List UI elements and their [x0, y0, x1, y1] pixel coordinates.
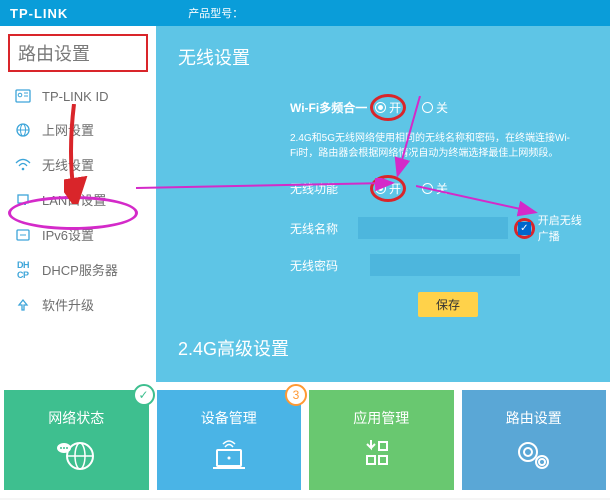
content: 无线设置 Wi-Fi多频合一 开 关 2.4G和5G无线网络使用相同的无线名称和… — [156, 26, 610, 382]
tile-label: 路由设置 — [506, 408, 562, 428]
main-area: 路由设置 TP-LINK ID 上网设置 无线设置 LAN口设置 IPv6设置 … — [0, 26, 610, 382]
sidebar-item-internet[interactable]: 上网设置 — [0, 112, 156, 147]
annotation-circle-broadcast: ✓ — [514, 218, 535, 239]
wireless-on-radio[interactable]: 开 — [375, 180, 401, 197]
bottom-tiles: ✓ 网络状态 3 设备管理 应用管理 路由设置 — [0, 382, 610, 498]
sidebar-item-lan[interactable]: LAN口设置 — [0, 182, 156, 217]
pwd-input[interactable] — [370, 254, 520, 276]
sidebar-item-upgrade[interactable]: 软件升级 — [0, 287, 156, 322]
annotation-circle-multiband-on: 开 — [370, 94, 406, 121]
tile-label: 设备管理 — [201, 408, 257, 428]
sidebar-item-label: 无线设置 — [42, 155, 94, 174]
apps-icon — [361, 436, 401, 472]
laptop-wifi-icon — [209, 436, 249, 472]
wifi-icon — [14, 157, 32, 173]
row-wireless: 无线功能 开 关 — [290, 175, 590, 202]
upgrade-icon — [14, 297, 32, 313]
save-button[interactable]: 保存 — [418, 292, 478, 317]
sidebar-item-label: LAN口设置 — [42, 190, 106, 209]
sidebar-item-label: IPv6设置 — [42, 225, 94, 244]
tile-badge-check: ✓ — [133, 384, 155, 406]
lan-icon — [14, 192, 32, 208]
top-bar: TP-LINK 产品型号： — [0, 0, 610, 26]
wireless-label: 无线功能 — [290, 180, 370, 197]
row-multiband: Wi-Fi多频合一 开 关 — [290, 94, 590, 121]
product-label: 产品型号： — [188, 5, 243, 21]
multiband-desc: 2.4G和5G无线网络使用相同的无线名称和密码，在终端连接Wi-Fi时，路由器会… — [290, 131, 570, 161]
tile-app-mgmt[interactable]: 应用管理 — [309, 390, 454, 490]
id-icon — [14, 88, 32, 104]
broadcast-checkbox[interactable]: ✓ — [518, 222, 531, 235]
page-title: 无线设置 — [178, 44, 590, 70]
sidebar-item-tplink-id[interactable]: TP-LINK ID — [0, 80, 156, 112]
adv-title: 2.4G高级设置 — [178, 335, 590, 361]
sidebar-item-label: TP-LINK ID — [42, 89, 108, 104]
sidebar: 路由设置 TP-LINK ID 上网设置 无线设置 LAN口设置 IPv6设置 … — [0, 26, 156, 382]
multiband-label: Wi-Fi多频合一 — [290, 99, 370, 116]
tile-network-status[interactable]: ✓ 网络状态 — [4, 390, 149, 490]
sidebar-item-wireless[interactable]: 无线设置 — [0, 147, 156, 182]
broadcast-label: 开启无线广播 — [538, 212, 590, 244]
wireless-off-radio[interactable]: 关 — [422, 180, 448, 197]
dhcp-icon: DHCP — [14, 262, 32, 278]
sidebar-item-label: 软件升级 — [42, 295, 94, 314]
tile-device-mgmt[interactable]: 3 设备管理 — [157, 390, 302, 490]
multiband-on-radio[interactable]: 开 — [375, 99, 401, 116]
row-ssid: 无线名称 ✓ 开启无线广播 — [290, 212, 590, 244]
multiband-off-radio[interactable]: 关 — [422, 99, 448, 116]
ipv6-icon — [14, 227, 32, 243]
globe-icon — [14, 122, 32, 138]
gears-icon — [514, 436, 554, 472]
sidebar-item-ipv6[interactable]: IPv6设置 — [0, 217, 156, 252]
logo: TP-LINK — [10, 6, 68, 21]
pwd-label: 无线密码 — [290, 257, 370, 274]
annotation-circle-wireless-on: 开 — [370, 175, 406, 202]
tile-badge-count: 3 — [285, 384, 307, 406]
globe-chat-icon — [56, 436, 96, 472]
tile-router-settings[interactable]: 路由设置 — [462, 390, 607, 490]
sidebar-item-label: DHCP服务器 — [42, 260, 118, 279]
ssid-input[interactable] — [358, 217, 508, 239]
row-password: 无线密码 — [290, 254, 590, 276]
tile-label: 应用管理 — [353, 408, 409, 428]
tile-label: 网络状态 — [48, 408, 104, 428]
sidebar-title-box: 路由设置 — [8, 34, 148, 72]
ssid-label: 无线名称 — [290, 220, 358, 237]
sidebar-title: 路由设置 — [18, 40, 138, 66]
sidebar-item-label: 上网设置 — [42, 120, 94, 139]
sidebar-item-dhcp[interactable]: DHCP DHCP服务器 — [0, 252, 156, 287]
